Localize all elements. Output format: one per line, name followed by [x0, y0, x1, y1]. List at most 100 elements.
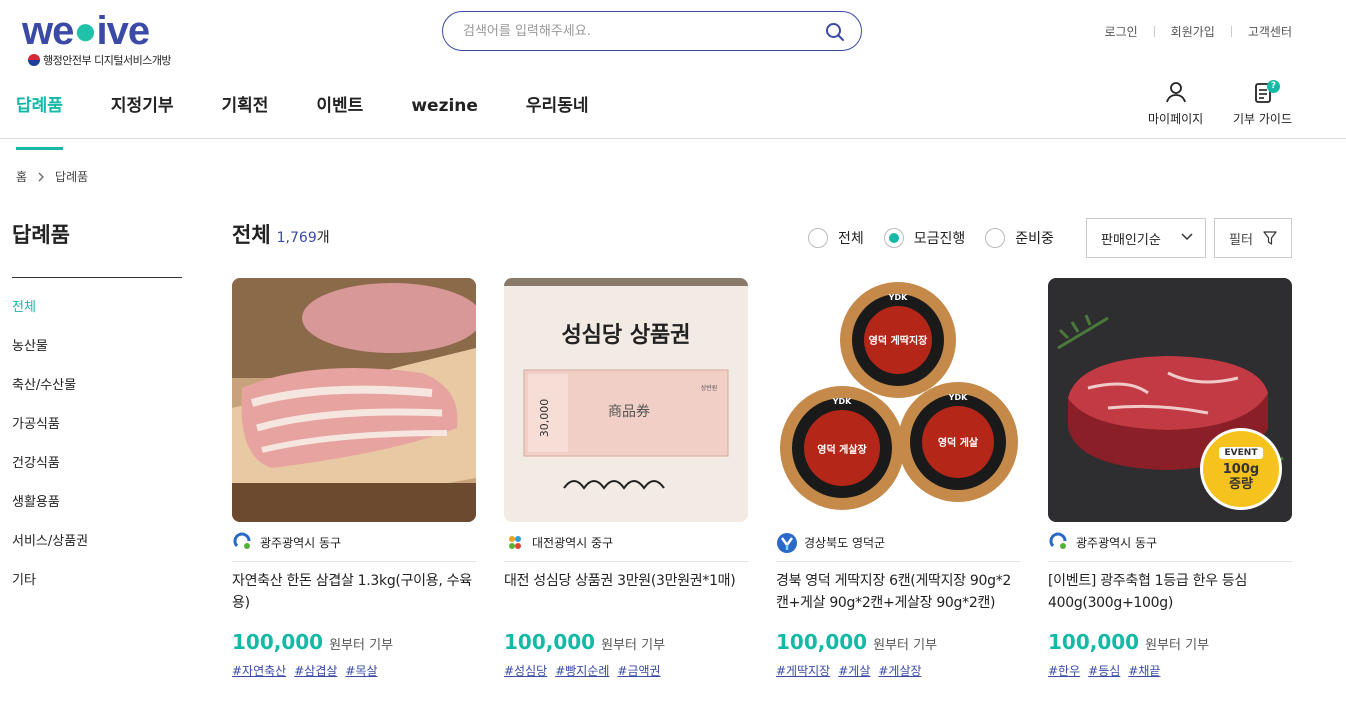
price-value: 100,000 — [1048, 630, 1140, 654]
category-item-health-food[interactable]: 건강식품 — [12, 454, 88, 493]
search-input[interactable] — [463, 20, 813, 42]
can-label-text: 영덕 게살장 — [817, 443, 867, 456]
radio-fundraising[interactable]: 모금진행 — [883, 228, 966, 248]
category-item-etc[interactable]: 기타 — [12, 571, 88, 610]
voucher-headline: 성심당 상품권 — [561, 323, 690, 348]
main-nav: 답례품 지정기부 기획전 이벤트 wezine 우리동네 — [0, 86, 620, 150]
category-item-all[interactable]: 전체 — [12, 298, 88, 337]
logo-wordmark: we●ive — [22, 9, 151, 53]
product-title[interactable]: [이벤트] 광주축협 1등급 한우 등심 400g(300g+100g) — [1048, 570, 1292, 618]
product-tags: #한우 #등심 #채끝 — [1048, 662, 1292, 679]
customer-center-link[interactable]: 고객센터 — [1248, 23, 1292, 40]
price-label: 원부터 기부 — [873, 638, 938, 653]
logo-subtitle-text: 행정안전부 디지털서비스개방 — [43, 54, 172, 67]
product-title[interactable]: 자연축산 한돈 삼겹살 1.3kg(구이용, 수육용) — [232, 570, 476, 618]
hashtag[interactable]: #게딱지장 — [776, 662, 830, 679]
result-count-number: 1,769 — [276, 230, 317, 246]
product-image-sungsimdang-voucher[interactable]: 성심당 상품권 30,000 商品券 상반원 — [504, 278, 748, 522]
category-list: 전체 농산물 축산/수산물 가공식품 건강식품 생활용품 서비스/상품권 기타 — [12, 298, 88, 610]
chevron-down-icon — [1181, 233, 1193, 241]
nav-item-wezine[interactable]: wezine — [411, 86, 478, 138]
category-item-household[interactable]: 생활용품 — [12, 493, 88, 532]
hashtag[interactable]: #게살 — [838, 662, 870, 679]
price-label: 원부터 기부 — [601, 638, 666, 653]
category-item-livestock-seafood[interactable]: 축산/수산물 — [12, 376, 88, 415]
nav-item-exhibition[interactable]: 기획전 — [221, 86, 268, 138]
signup-link[interactable]: 회원가입 — [1171, 23, 1215, 40]
radio-preparing[interactable]: 준비중 — [985, 228, 1054, 248]
page-title-text: 전체 — [232, 223, 271, 247]
radio-label: 전체 — [838, 231, 864, 247]
product-price: 100,000 원부터 기부 — [232, 630, 476, 654]
can-label-text: 영덕 게딱지장 — [869, 334, 928, 347]
event-badge-amount: 100g — [1222, 461, 1260, 477]
product-price: 100,000 원부터 기부 — [776, 630, 1020, 654]
sidebar-divider — [12, 277, 182, 278]
product-price: 100,000 원부터 기부 — [1048, 630, 1292, 654]
hashtag[interactable]: #삼겹살 — [294, 662, 337, 679]
hashtag[interactable]: #게살장 — [878, 662, 921, 679]
radio-circle[interactable] — [808, 228, 828, 248]
event-badge-text: 증량 — [1229, 476, 1253, 492]
product-org: 대전광역시 중구 — [504, 522, 748, 562]
category-item-processed-food[interactable]: 가공식품 — [12, 415, 88, 454]
hashtag[interactable]: #자연축산 — [232, 662, 286, 679]
product-title[interactable]: 경북 영덕 게딱지장 6캔(게딱지장 90g*2캔+게살 90g*2캔+게살장 … — [776, 570, 1020, 618]
nav-item-our-town[interactable]: 우리동네 — [526, 86, 589, 138]
sidebar-title: 답례품 — [12, 223, 70, 247]
crab-cans-image: YDK 영덕 게딱지장 YDK 영덕 게살장 YDK 영덕 게살 — [776, 278, 1020, 522]
filter-button[interactable]: 필터 — [1214, 218, 1292, 258]
sort-select[interactable]: 판매인기순 — [1086, 218, 1206, 258]
hashtag[interactable]: #등심 — [1088, 662, 1120, 679]
mypage-button[interactable]: 마이페이지 — [1148, 80, 1203, 127]
gwangju-donggu-logo-icon — [1049, 532, 1069, 553]
radio-circle[interactable] — [985, 228, 1006, 248]
crab-can-top: YDK 영덕 게딱지장 — [840, 282, 956, 398]
hashtag[interactable]: #금액권 — [617, 662, 660, 679]
product-card[interactable]: EVENT 100g 증량 광주광역시 동구 [이벤트] 광주축협 1등급 한우… — [1048, 278, 1292, 679]
category-item-agriculture[interactable]: 농산물 — [12, 337, 88, 376]
can-label-text: 영덕 게살 — [938, 436, 979, 449]
donation-guide-button[interactable]: ? 기부 가이드 — [1233, 80, 1292, 127]
user-icon — [1165, 82, 1186, 103]
radio-circle[interactable] — [883, 228, 904, 248]
logo-text-b: ive — [96, 9, 151, 53]
radio-label: 모금진행 — [913, 231, 966, 247]
hashtag[interactable]: #한우 — [1048, 662, 1080, 679]
product-price: 100,000 원부터 기부 — [504, 630, 748, 654]
radio-all[interactable]: 전체 — [808, 228, 864, 248]
category-item-service-voucher[interactable]: 서비스/상품권 — [12, 532, 88, 571]
logo-subtitle: 행정안전부 디지털서비스개방 — [28, 52, 172, 68]
product-tags: #자연축산 #삼겹살 #목살 — [232, 662, 476, 679]
product-title[interactable]: 대전 성심당 상품권 3만원(3만원권*1매) — [504, 570, 748, 618]
product-image-pork-belly[interactable] — [232, 278, 476, 522]
radio-label: 준비중 — [1015, 231, 1054, 247]
product-grid: 광주광역시 동구 자연축산 한돈 삼겹살 1.3kg(구이용, 수육용) 100… — [232, 278, 1292, 679]
breadcrumb-home[interactable]: 홈 — [16, 168, 27, 185]
product-image-crab-cans[interactable]: YDK 영덕 게딱지장 YDK 영덕 게살장 YDK 영덕 게살 — [776, 278, 1020, 522]
nav-item-designated-donation[interactable]: 지정기부 — [111, 86, 174, 138]
product-card[interactable]: 광주광역시 동구 자연축산 한돈 삼겹살 1.3kg(구이용, 수육용) 100… — [232, 278, 476, 679]
product-card[interactable]: YDK 영덕 게딱지장 YDK 영덕 게살장 YDK 영덕 게살 경상북도 영덕… — [776, 278, 1020, 679]
product-card[interactable]: 성심당 상품권 30,000 商品券 상반원 대전광역시 중구 대전 성심당 상… — [504, 278, 748, 679]
sort-select-label: 판매인기순 — [1101, 232, 1161, 248]
product-org: 광주광역시 동구 — [1048, 522, 1292, 562]
header-divider — [0, 138, 1346, 139]
hashtag[interactable]: #목살 — [345, 662, 377, 679]
nav-item-event[interactable]: 이벤트 — [316, 86, 363, 138]
event-badge-tag: EVENT — [1218, 446, 1264, 459]
result-count-unit: 개 — [316, 230, 330, 246]
hashtag[interactable]: #빵지순례 — [555, 662, 609, 679]
wegive-logo[interactable]: we●ive 행정안전부 디지털서비스개방 — [22, 10, 202, 70]
hashtag[interactable]: #채끝 — [1128, 662, 1160, 679]
can-brand-text: YDK — [888, 293, 908, 302]
nav-item-gifts[interactable]: 답례품 — [16, 86, 63, 150]
login-link[interactable]: 로그인 — [1105, 23, 1138, 40]
product-org-name: 대전광역시 중구 — [532, 536, 614, 550]
product-image-hanwoo-sirloin[interactable]: EVENT 100g 증량 — [1048, 278, 1292, 522]
taegeuk-icon — [28, 54, 40, 66]
chevron-right-icon — [38, 172, 44, 181]
search-icon — [826, 23, 844, 41]
hashtag[interactable]: #성심당 — [504, 662, 547, 679]
search-button[interactable] — [825, 22, 845, 42]
